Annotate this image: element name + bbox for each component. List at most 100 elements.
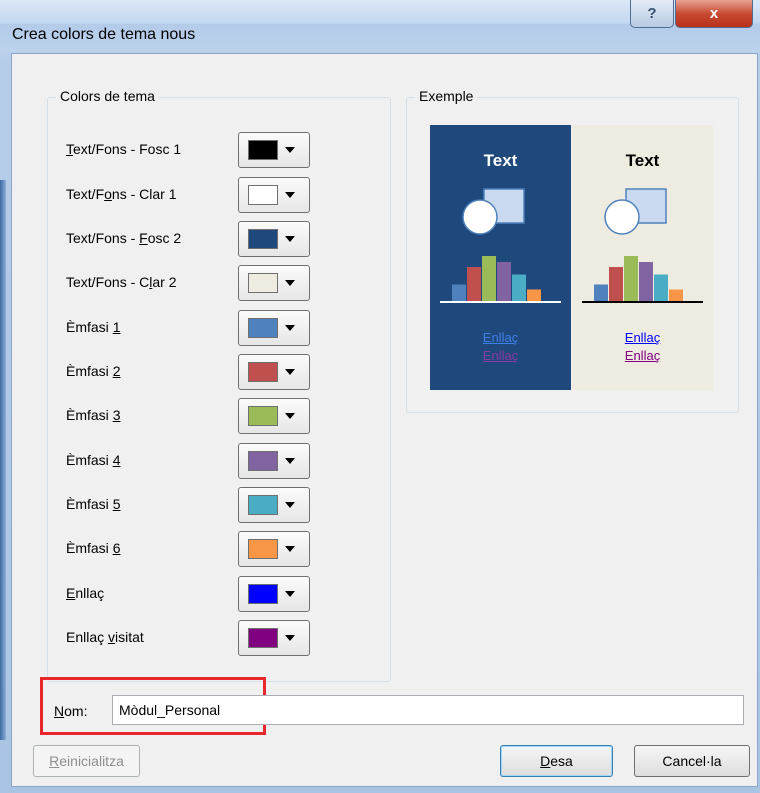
color-picker-button[interactable] bbox=[238, 443, 310, 479]
theme-preview: Text Enllaç Enllaç Text Enllaç Enllaç bbox=[430, 125, 713, 390]
color-row-label: Text/Fons - Fosc 2 bbox=[66, 230, 182, 246]
color-picker-button[interactable] bbox=[238, 354, 310, 390]
cancel-button[interactable]: Cancel·la bbox=[634, 745, 750, 777]
preview-bar bbox=[497, 262, 511, 302]
close-icon: x bbox=[709, 5, 719, 22]
preview-dark-text: Text bbox=[483, 151, 518, 170]
color-picker-button[interactable] bbox=[238, 531, 310, 567]
window-edge bbox=[0, 180, 6, 740]
color-swatch bbox=[248, 495, 278, 515]
color-row: Èmfasi 4 bbox=[48, 443, 388, 483]
close-button[interactable]: x bbox=[675, 0, 753, 28]
preview-bar bbox=[452, 284, 466, 302]
dropdown-arrow-icon bbox=[285, 413, 295, 419]
color-row-label: Èmfasi 4 bbox=[66, 452, 121, 468]
dropdown-arrow-icon bbox=[285, 192, 295, 198]
name-input[interactable] bbox=[112, 695, 744, 725]
preview-bar bbox=[654, 274, 668, 302]
color-picker-button[interactable] bbox=[238, 398, 310, 434]
color-swatch bbox=[248, 273, 278, 293]
preview-light-visited-link: Enllaç bbox=[624, 348, 661, 363]
color-row-label: Èmfasi 2 bbox=[66, 363, 121, 379]
color-row: Èmfasi 2 bbox=[48, 354, 388, 394]
color-row-label: Text/Fons - Clar 1 bbox=[66, 186, 177, 202]
color-swatch bbox=[248, 539, 278, 559]
color-picker-button[interactable] bbox=[238, 132, 310, 168]
color-row-label: Enllaç bbox=[66, 585, 105, 601]
preview-bar bbox=[609, 267, 623, 302]
preview-light-panel: Text Enllaç Enllaç bbox=[572, 125, 713, 390]
color-row: Text/Fons - Clar 2 bbox=[48, 265, 388, 305]
color-picker-button[interactable] bbox=[238, 221, 310, 257]
preview-circle-shape bbox=[462, 199, 498, 235]
preview-bar bbox=[594, 284, 608, 302]
dropdown-arrow-icon bbox=[285, 458, 295, 464]
color-picker-button[interactable] bbox=[238, 487, 310, 523]
color-row: Text/Fons - Fosc 2 bbox=[48, 221, 388, 261]
dropdown-arrow-icon bbox=[285, 591, 295, 597]
help-icon: ? bbox=[647, 5, 657, 22]
dropdown-arrow-icon bbox=[285, 369, 295, 375]
dropdown-arrow-icon bbox=[285, 280, 295, 286]
color-picker-button[interactable] bbox=[238, 265, 310, 301]
dropdown-arrow-icon bbox=[285, 502, 295, 508]
color-swatch bbox=[248, 451, 278, 471]
color-picker-button[interactable] bbox=[238, 310, 310, 346]
dropdown-arrow-icon bbox=[285, 325, 295, 331]
dropdown-arrow-icon bbox=[285, 236, 295, 242]
preview-light-graphic bbox=[582, 188, 703, 303]
color-row: Enllaç bbox=[48, 576, 388, 616]
name-label: Nom: bbox=[54, 703, 88, 719]
color-row-label: Text/Fons - Clar 2 bbox=[66, 274, 177, 290]
preview-light-text: Text bbox=[625, 151, 660, 170]
preview-bar bbox=[512, 274, 526, 302]
example-title: Exemple bbox=[415, 88, 478, 104]
dialog-window: Crea colors de tema nous ? x Colors de t… bbox=[0, 0, 760, 793]
color-picker-button[interactable] bbox=[238, 620, 310, 656]
color-row: Enllaç visitat bbox=[48, 620, 388, 660]
preview-bar bbox=[624, 256, 638, 302]
color-swatch bbox=[248, 584, 278, 604]
color-picker-button[interactable] bbox=[238, 576, 310, 612]
cancel-button-label: Cancel·la bbox=[662, 753, 722, 769]
color-row-label: Èmfasi 1 bbox=[66, 319, 121, 335]
dropdown-arrow-icon bbox=[285, 635, 295, 641]
color-row: Èmfasi 5 bbox=[48, 487, 388, 527]
preview-circle-shape bbox=[604, 199, 640, 235]
reset-button[interactable]: Reinicialitza bbox=[33, 745, 140, 777]
preview-bar bbox=[527, 289, 541, 302]
color-swatch bbox=[248, 140, 278, 160]
preview-light-link: Enllaç bbox=[624, 330, 661, 345]
preview-bar bbox=[482, 256, 496, 302]
color-swatch bbox=[248, 406, 278, 426]
color-row-label: Enllaç visitat bbox=[66, 629, 144, 645]
color-row: Èmfasi 1 bbox=[48, 310, 388, 350]
color-row: Èmfasi 6 bbox=[48, 531, 388, 571]
color-row-label: Èmfasi 5 bbox=[66, 496, 121, 512]
preview-dark-panel: Text Enllaç Enllaç bbox=[430, 125, 571, 390]
preview-bar bbox=[639, 262, 653, 302]
color-swatch bbox=[248, 628, 278, 648]
dialog-title: Crea colors de tema nous bbox=[12, 26, 196, 43]
theme-colors-group: Colors de tema Text/Fons - Fosc 1 Text/Fo… bbox=[47, 88, 391, 682]
color-swatch bbox=[248, 362, 278, 382]
title-bar[interactable]: Crea colors de tema nous ? x bbox=[0, 0, 760, 52]
color-swatch bbox=[248, 229, 278, 249]
preview-dark-visited-link: Enllaç bbox=[482, 348, 519, 363]
preview-bar bbox=[669, 289, 683, 302]
save-button[interactable]: Desa bbox=[500, 745, 613, 777]
color-swatch bbox=[248, 318, 278, 338]
preview-dark-link: Enllaç bbox=[482, 330, 519, 345]
color-swatch bbox=[248, 185, 278, 205]
preview-bar bbox=[467, 267, 481, 302]
color-picker-button[interactable] bbox=[238, 177, 310, 213]
preview-dark-graphic bbox=[440, 188, 561, 303]
color-row-label: Èmfasi 6 bbox=[66, 540, 121, 556]
dropdown-arrow-icon bbox=[285, 546, 295, 552]
help-button[interactable]: ? bbox=[630, 0, 674, 28]
theme-colors-title: Colors de tema bbox=[56, 88, 159, 104]
color-row: Text/Fons - Clar 1 bbox=[48, 177, 388, 217]
reset-button-label: Reinicialitza bbox=[49, 753, 124, 769]
color-row: Text/Fons - Fosc 1 bbox=[48, 132, 388, 172]
save-button-label: Desa bbox=[540, 753, 573, 769]
